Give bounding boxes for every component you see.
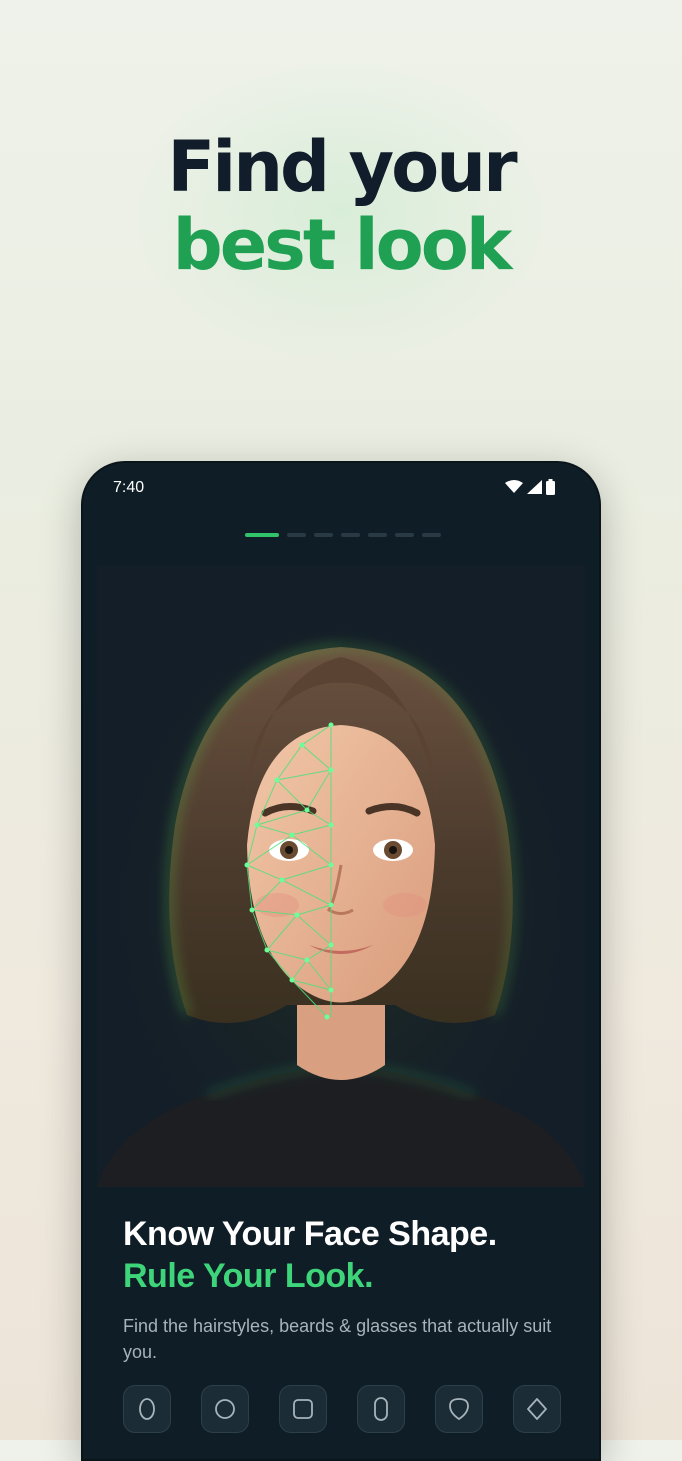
hero-face-scan-image: [97, 565, 585, 1187]
phone-frame: 7:40 Know Your Face Shape. Rule Your Loo…: [81, 461, 601, 1461]
progress-step: [395, 533, 414, 537]
signal-icon: [527, 480, 542, 494]
status-icons: [505, 479, 555, 495]
status-time: 7:40: [113, 479, 145, 496]
face-shape-oblong-button[interactable]: [357, 1385, 405, 1433]
round-face-icon: [215, 1399, 235, 1419]
card-subtitle: Find the hairstyles, beards & glasses th…: [123, 1316, 552, 1362]
status-bar: 7:40: [83, 463, 599, 513]
face-shape-diamond-button[interactable]: [513, 1385, 561, 1433]
face-shape-square-button[interactable]: [279, 1385, 327, 1433]
card-title-line2: Rule Your Look.: [123, 1257, 374, 1295]
headline-line1: Find your: [167, 126, 517, 208]
heart-face-icon: [449, 1398, 469, 1421]
progress-step: [287, 533, 306, 537]
progress-step: [368, 533, 387, 537]
face-shape-round-button[interactable]: [201, 1385, 249, 1433]
progress-step: [314, 533, 333, 537]
headline-line2: best look: [172, 204, 513, 286]
face-shape-heart-button[interactable]: [435, 1385, 483, 1433]
battery-icon: [546, 479, 555, 495]
oval-face-icon: [139, 1398, 155, 1420]
card-title-line1: Know Your Face Shape.: [123, 1215, 497, 1253]
headline: Find your best look: [0, 128, 682, 284]
progress-step-active: [245, 533, 279, 537]
face-scan-illustration: [97, 565, 585, 1187]
square-face-icon: [293, 1399, 313, 1419]
wifi-icon: [505, 480, 523, 493]
progress-step: [422, 533, 441, 537]
face-shape-options: [123, 1385, 561, 1433]
diamond-face-icon: [527, 1398, 547, 1420]
progress-step: [341, 533, 360, 537]
onboarding-card: Know Your Face Shape. Rule Your Look. Fi…: [123, 1213, 569, 1365]
face-shape-oval-button[interactable]: [123, 1385, 171, 1433]
onboarding-progress: [245, 533, 441, 537]
oblong-face-icon: [374, 1397, 388, 1421]
